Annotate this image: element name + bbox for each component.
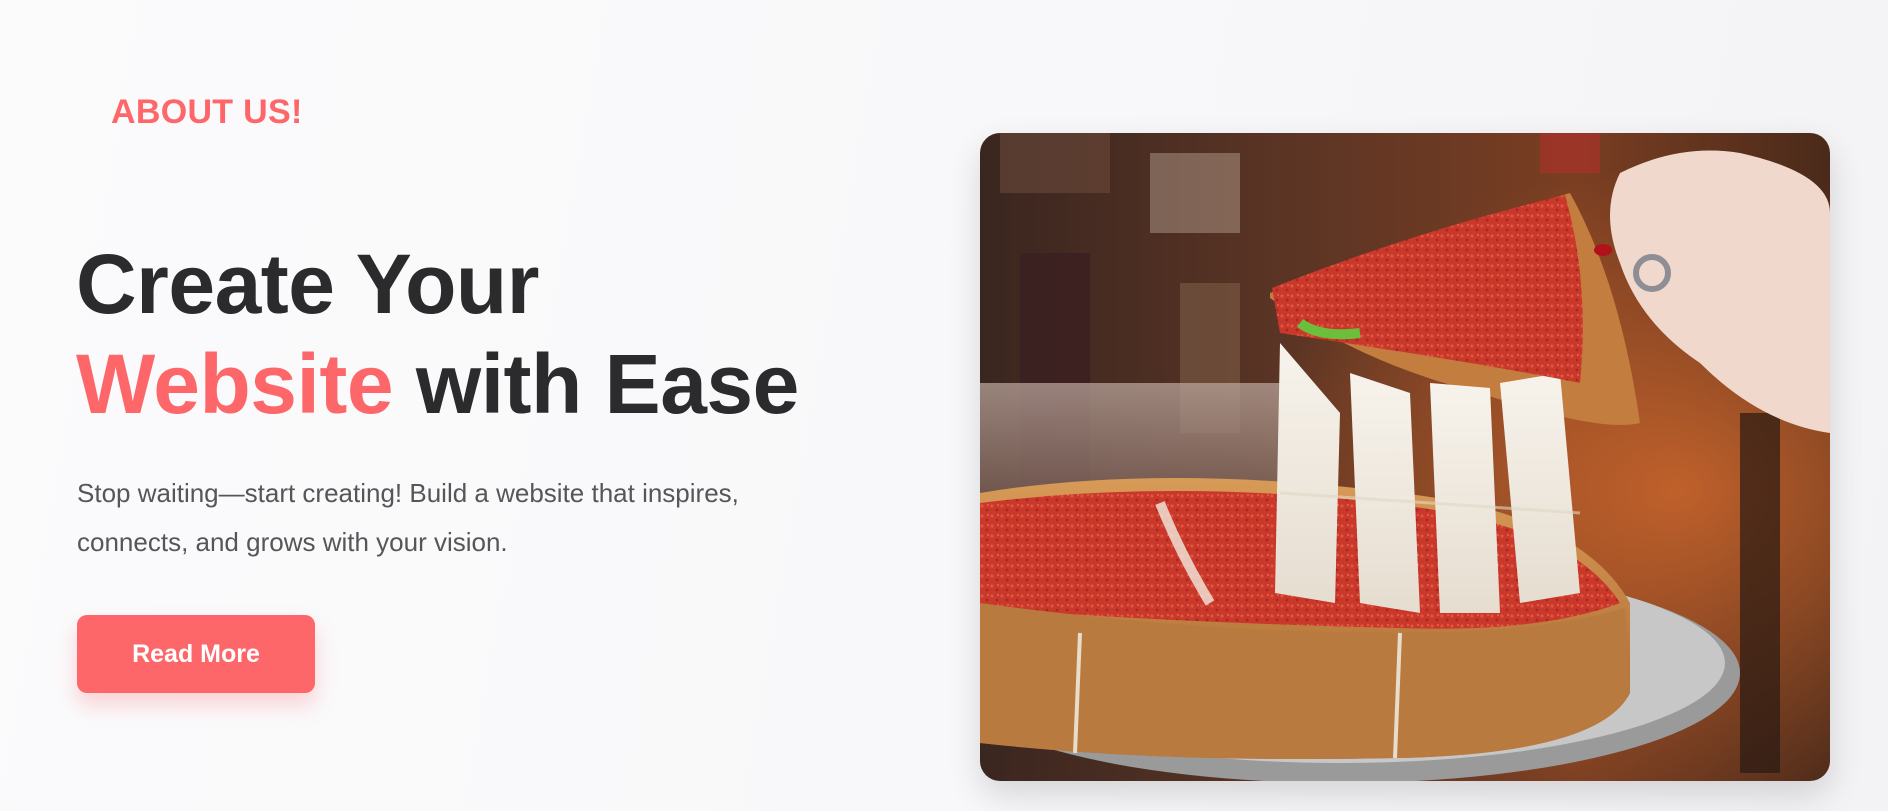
pizza-photo	[980, 133, 1830, 781]
hero-description: Stop waiting—start creating! Build a web…	[77, 478, 739, 557]
headline-line-2: Website with Ease	[76, 334, 799, 434]
read-more-button[interactable]: Read More	[77, 615, 315, 693]
headline-line-1: Create Your	[76, 237, 539, 331]
headline-accent-word: Website	[76, 337, 394, 431]
headline-line-2-rest: with Ease	[393, 337, 799, 431]
about-section: ABOUT US! Create Your Website with Ease …	[0, 0, 1888, 811]
section-eyebrow: ABOUT US!	[111, 93, 303, 131]
hero-headline: Create Your Website with Ease	[76, 234, 799, 434]
